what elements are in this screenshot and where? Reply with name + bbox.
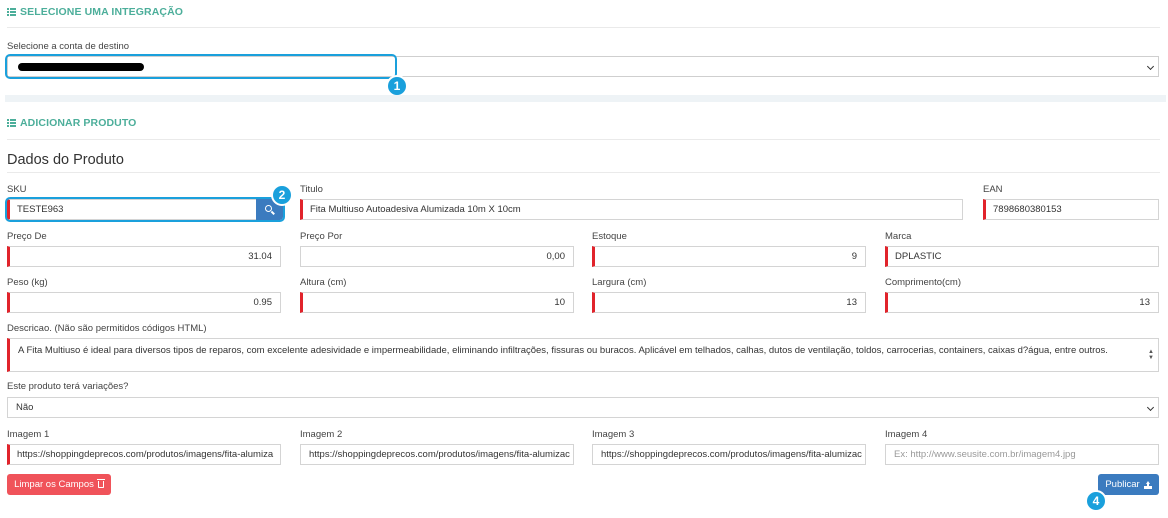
product-section-title: ADICIONAR PRODUTO (7, 117, 136, 129)
marca-label: Marca (885, 231, 912, 242)
preco-de-label: Preço De (7, 231, 47, 242)
integration-section-title: SELECIONE UMA INTEGRAÇÃO (7, 6, 183, 18)
descricao-text: A Fita Multiuso é ideal para diversos ti… (18, 345, 1108, 356)
divider (7, 172, 1160, 173)
trash-icon (96, 479, 105, 488)
imagem2-input[interactable]: https://shoppingdeprecos.com/produtos/im… (300, 444, 574, 465)
titulo-input[interactable]: Fita Multiuso Autoadesiva Alumizada 10m … (300, 199, 963, 220)
product-data-title: Dados do Produto (7, 152, 124, 168)
publish-button[interactable]: Publicar (1098, 474, 1159, 495)
ean-label: EAN (983, 184, 1003, 195)
chevron-down-icon (1146, 62, 1155, 70)
peso-input[interactable]: 0.95 (7, 292, 281, 313)
integration-section-label: SELECIONE UMA INTEGRAÇÃO (20, 6, 184, 18)
sku-label: SKU (7, 184, 27, 195)
divider (7, 139, 1160, 140)
scroll-arrows-icon[interactable]: ▲ ▼ (1148, 349, 1154, 361)
imagem1-label: Imagem 1 (7, 429, 50, 440)
account-highlight (5, 54, 397, 79)
marca-input[interactable]: DPLASTIC (885, 246, 1159, 267)
peso-label: Peso (kg) (7, 277, 48, 288)
altura-label: Altura (cm) (300, 277, 347, 288)
account-label: Selecione a conta de destino (7, 41, 130, 52)
variacoes-value: Não (16, 402, 34, 413)
largura-label: Largura (cm) (592, 277, 647, 288)
list-icon (7, 8, 16, 16)
preco-por-input[interactable]: 0,00 (300, 246, 574, 267)
product-section-label: ADICIONAR PRODUTO (20, 117, 137, 129)
imagem1-input[interactable]: https://shoppingdeprecos.com/produtos/im… (7, 444, 281, 465)
estoque-label: Estoque (592, 231, 627, 242)
step-badge-4: 4 (1085, 490, 1107, 512)
imagem4-label: Imagem 4 (885, 429, 928, 440)
divider (7, 27, 1160, 28)
chevron-down-icon (1146, 403, 1155, 411)
imagem4-input[interactable]: Ex: http://www.seusite.com.br/imagem4.jp… (885, 444, 1159, 465)
preco-por-label: Preço Por (300, 231, 343, 242)
imagem2-label: Imagem 2 (300, 429, 343, 440)
preco-de-input[interactable]: 31.04 (7, 246, 281, 267)
section-separator (5, 95, 1166, 102)
variacoes-label: Este produto terá variações? (7, 381, 129, 392)
list-icon (7, 119, 16, 127)
altura-input[interactable]: 10 (300, 292, 574, 313)
step-badge-1: 1 (386, 75, 408, 97)
descricao-label: Descricao. (Não são permitidos códigos H… (7, 323, 207, 334)
variacoes-select[interactable]: Não (7, 397, 1159, 418)
sku-highlight (5, 197, 285, 222)
clear-fields-label: Limpar os Campos (14, 479, 94, 490)
comprimento-input[interactable]: 13 (885, 292, 1159, 313)
imagem3-input[interactable]: https://shoppingdeprecos.com/produtos/im… (592, 444, 866, 465)
largura-input[interactable]: 13 (592, 292, 866, 313)
upload-icon (1143, 480, 1152, 489)
step-badge-2: 2 (271, 184, 293, 206)
titulo-label: Titulo (300, 184, 323, 195)
descricao-textarea[interactable]: A Fita Multiuso é ideal para diversos ti… (7, 338, 1159, 372)
clear-fields-button[interactable]: Limpar os Campos (7, 474, 111, 495)
ean-input[interactable]: 7898680380153 (983, 199, 1159, 220)
imagem3-label: Imagem 3 (592, 429, 635, 440)
estoque-input[interactable]: 9 (592, 246, 866, 267)
comprimento-label: Comprimento(cm) (885, 277, 962, 288)
publish-label: Publicar (1105, 479, 1140, 490)
